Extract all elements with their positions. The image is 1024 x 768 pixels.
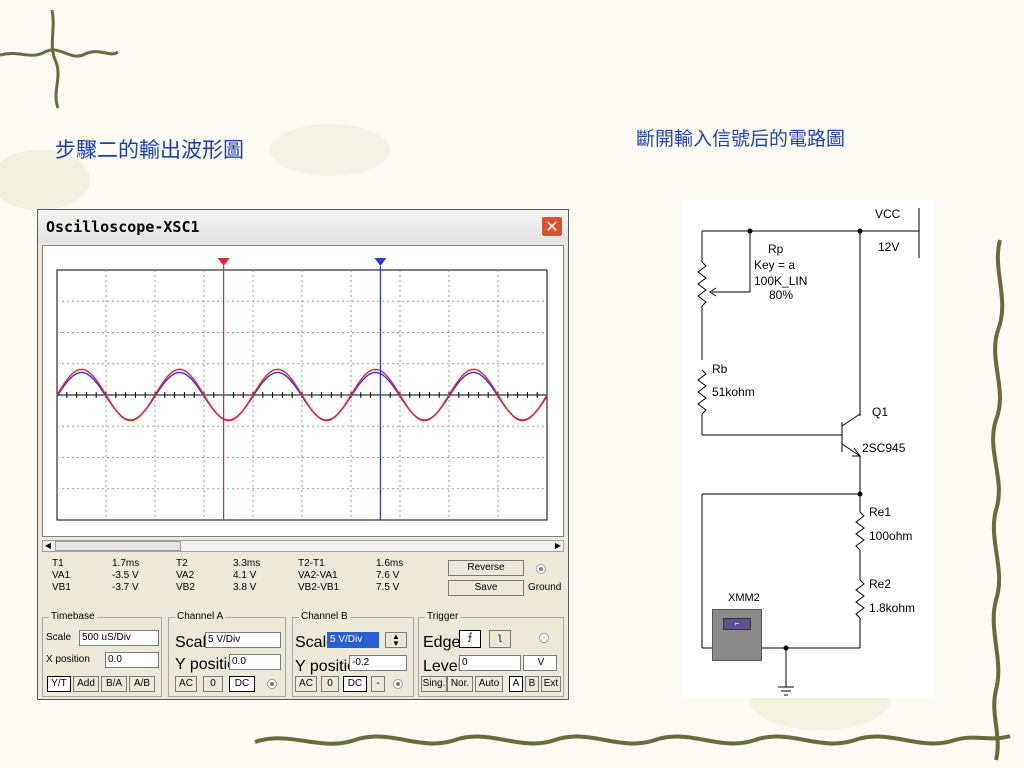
- mode-yt-button[interactable]: Y/T: [47, 676, 71, 692]
- trigger-normal-button[interactable]: Nor.: [447, 676, 473, 692]
- channel-a-title: Channel A: [175, 611, 226, 622]
- trigger-edge-label: Edge: [423, 634, 461, 651]
- rp-value: 100K_LIN: [754, 274, 808, 288]
- channel-a-ypos-field[interactable]: 0.0: [229, 654, 281, 670]
- trigger-auto-button[interactable]: Auto: [475, 676, 503, 692]
- reverse-button[interactable]: Reverse: [448, 560, 524, 576]
- va1-value: -3.5 V: [112, 570, 139, 581]
- multimeter-display-icon: ⌐: [723, 618, 751, 630]
- trigger-title: Trigger: [425, 611, 461, 622]
- ground-label: Ground: [528, 582, 562, 593]
- t2-label: T2: [176, 558, 188, 569]
- channel-b-zero-button[interactable]: 0: [321, 676, 339, 692]
- channel-b-group: Channel B Scale 5 V/Div ▲ ▼ Y position -0…: [292, 611, 414, 697]
- cursor-t2-marker-icon: [374, 258, 387, 266]
- scope-display: [42, 245, 564, 537]
- trigger-source-ext-button[interactable]: Ext: [541, 676, 561, 692]
- re1-value: 100ohm: [869, 529, 913, 543]
- diff-label: T2-T1: [298, 558, 325, 569]
- trigger-level-unit[interactable]: V: [523, 655, 557, 671]
- vb-diff-label: VB2-VB1: [298, 582, 340, 593]
- rp-key: Key = a: [754, 258, 796, 272]
- channel-b-ypos-field[interactable]: -0.2: [349, 655, 407, 671]
- rp-percent: 80%: [769, 288, 794, 302]
- window-titlebar[interactable]: Oscilloscope-XSC1 ✕: [38, 210, 568, 243]
- vcc-label: VCC: [875, 207, 901, 221]
- rising-edge-icon[interactable]: ⨍: [459, 630, 481, 648]
- save-button[interactable]: Save: [448, 580, 524, 596]
- vb2-value: 3.8 V: [233, 582, 257, 593]
- vb1-label: VB1: [52, 582, 71, 593]
- scope-plot: [56, 258, 548, 521]
- meter-name: XMM2: [728, 592, 760, 604]
- channel-b-ac-button[interactable]: AC: [295, 676, 317, 692]
- diff-time: 1.6ms: [376, 558, 404, 569]
- channel-a-dc-button[interactable]: DC: [229, 676, 255, 692]
- slide-title-left: 步驟二的輸出波形圖: [55, 138, 244, 162]
- t1-label: T1: [52, 558, 64, 569]
- vb2-label: VB2: [176, 582, 195, 593]
- t2-time: 3.3ms: [233, 558, 261, 569]
- scroll-left-icon[interactable]: ◀: [43, 541, 53, 551]
- x-position-field[interactable]: 0.0: [105, 652, 159, 668]
- timebase-group: Timebase Scale 500 uS/Div X position 0.0…: [42, 611, 162, 697]
- re2-value: 1.8kohm: [869, 601, 916, 615]
- va1-label: VA1: [52, 570, 71, 581]
- channel-b-invert-button[interactable]: -: [371, 676, 385, 692]
- circuit-schematic: VCC 12V Rp Key = a 100K_LIN 80% Rb 51koh…: [682, 200, 934, 698]
- channel-a-zero-button[interactable]: 0: [203, 676, 223, 692]
- timebase-scale-field[interactable]: 500 uS/Div: [79, 630, 159, 646]
- oscilloscope-window: Oscilloscope-XSC1 ✕ ◀ ▶ T1 1.7ms VA1 -3.…: [37, 209, 569, 700]
- timebase-scale-label: Scale: [46, 632, 72, 643]
- re1-name: Re1: [869, 505, 892, 519]
- vcc-value: 12V: [878, 240, 900, 254]
- rb-value: 51kohm: [712, 385, 755, 399]
- channel-b-radio[interactable]: [393, 679, 403, 689]
- x-position-label: X position: [46, 654, 90, 665]
- vb-diff-value: 7.5 V: [376, 582, 400, 593]
- rb-name: Rb: [712, 362, 728, 376]
- channel-a-group: Channel A Scale 5 V/Div Y position 0.0 A…: [168, 611, 286, 697]
- channel-a-radio[interactable]: [267, 679, 277, 689]
- q1-part: 2SC945: [862, 441, 906, 455]
- scroll-right-icon[interactable]: ▶: [553, 541, 563, 551]
- va-diff-label: VA2-VA1: [298, 570, 338, 581]
- t1-time: 1.7ms: [112, 558, 140, 569]
- multimeter-icon[interactable]: ⌐: [712, 609, 762, 661]
- mode-ba-button[interactable]: B/A: [101, 676, 127, 692]
- va2-label: VA2: [176, 570, 195, 581]
- trigger-radio[interactable]: [539, 633, 549, 643]
- ground-radio[interactable]: [536, 564, 546, 574]
- va2-value: 4.1 V: [233, 570, 257, 581]
- channel-a-scale-field[interactable]: 5 V/Div: [205, 632, 281, 648]
- mode-ab-button[interactable]: A/B: [129, 676, 155, 692]
- trigger-level-field[interactable]: 0: [459, 655, 521, 671]
- trigger-level-label: Level: [423, 658, 462, 675]
- channel-b-scale-field[interactable]: 5 V/Div: [327, 632, 379, 648]
- cursor-t1-marker-icon: [217, 258, 230, 266]
- window-title: Oscilloscope-XSC1: [46, 218, 200, 236]
- re2-name: Re2: [869, 577, 892, 591]
- rp-name: Rp: [768, 242, 784, 256]
- q1-name: Q1: [872, 405, 889, 419]
- close-button[interactable]: ✕: [541, 216, 563, 237]
- timebase-title: Timebase: [49, 611, 97, 622]
- channel-a-ac-button[interactable]: AC: [175, 676, 197, 692]
- channel-b-dc-button[interactable]: DC: [343, 676, 367, 692]
- trigger-group: Trigger Edge ⨍ ʅ Level 0 V Sing. Nor. Au…: [418, 611, 564, 697]
- trigger-source-b-button[interactable]: B: [525, 676, 539, 692]
- channel-b-title: Channel B: [299, 611, 350, 622]
- va-diff-value: 7.6 V: [376, 570, 400, 581]
- trigger-source-a-button[interactable]: A: [509, 676, 523, 692]
- vb1-value: -3.7 V: [112, 582, 139, 593]
- scroll-thumb[interactable]: [55, 541, 181, 551]
- falling-edge-icon[interactable]: ʅ: [489, 630, 511, 648]
- channel-b-scale-spinner[interactable]: ▲ ▼: [385, 632, 407, 648]
- slide-title-right: 斷開輸入信號后的電路圖: [636, 128, 846, 150]
- trigger-single-button[interactable]: Sing.: [421, 676, 447, 692]
- mode-add-button[interactable]: Add: [73, 676, 99, 692]
- time-scrollbar[interactable]: ◀ ▶: [42, 540, 564, 552]
